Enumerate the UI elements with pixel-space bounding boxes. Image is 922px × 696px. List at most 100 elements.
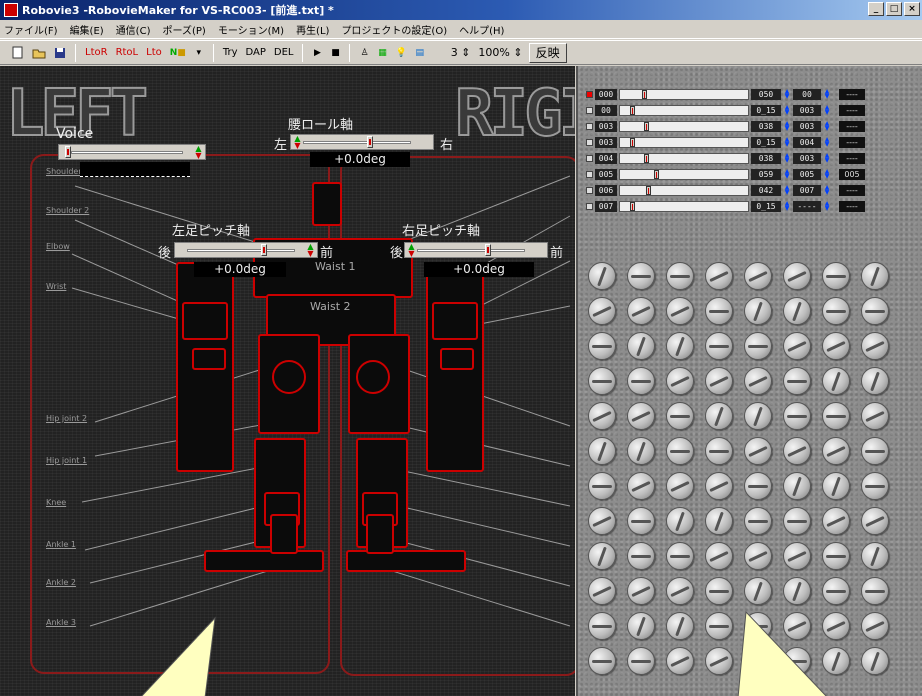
knob-icon[interactable]: [666, 612, 694, 640]
channel-spinner[interactable]: ▲ ▼: [783, 88, 791, 100]
left-to-right-button[interactable]: LtoR: [83, 44, 110, 62]
knob-icon[interactable]: [783, 297, 811, 325]
menu-edit[interactable]: 編集(E): [70, 22, 104, 37]
zoom-spinner[interactable]: 100% ⇕: [476, 44, 524, 62]
knob-icon[interactable]: [588, 507, 616, 535]
channel-slider[interactable]: [619, 200, 749, 212]
channel-enable-checkbox[interactable]: [586, 154, 593, 162]
maximize-button[interactable]: □: [886, 2, 902, 16]
knob-icon[interactable]: [666, 367, 694, 395]
right-to-left-button[interactable]: RtoL: [114, 44, 141, 62]
right-elbow-part[interactable]: [432, 302, 478, 340]
knob-icon[interactable]: [705, 262, 733, 290]
knob-icon[interactable]: [627, 612, 655, 640]
left-foot-part[interactable]: [204, 550, 324, 572]
knob-icon[interactable]: [783, 402, 811, 430]
knob-icon[interactable]: [861, 402, 889, 430]
knob-icon[interactable]: [822, 507, 850, 535]
knob-icon[interactable]: [783, 542, 811, 570]
knob-icon[interactable]: [783, 472, 811, 500]
stop-icon[interactable]: ■: [328, 44, 342, 62]
knob-icon[interactable]: [744, 507, 772, 535]
knob-icon[interactable]: [666, 542, 694, 570]
knob-icon[interactable]: [666, 262, 694, 290]
channel-spinner[interactable]: ▲ ▼: [783, 120, 791, 132]
knob-icon[interactable]: [744, 542, 772, 570]
knob-icon[interactable]: [744, 367, 772, 395]
try-button[interactable]: Try: [221, 44, 240, 62]
knob-icon[interactable]: [666, 577, 694, 605]
knob-icon[interactable]: [822, 332, 850, 360]
save-icon[interactable]: [52, 44, 68, 62]
channel-spinner[interactable]: ▲ ▼: [783, 200, 791, 212]
knob-icon[interactable]: [627, 472, 655, 500]
dropdown-arrow-icon[interactable]: ▾: [192, 44, 206, 62]
knob-icon[interactable]: [861, 647, 889, 675]
knob-icon[interactable]: [822, 402, 850, 430]
knob-icon[interactable]: [822, 262, 850, 290]
left-heel-part[interactable]: [270, 514, 298, 554]
knob-icon[interactable]: [705, 367, 733, 395]
knob-icon[interactable]: [744, 297, 772, 325]
right-foot-part[interactable]: [346, 550, 466, 572]
channel-slider[interactable]: [619, 104, 749, 116]
channel-slider[interactable]: [619, 120, 749, 132]
channel-enable-checkbox[interactable]: [586, 138, 593, 146]
knob-icon[interactable]: [627, 507, 655, 535]
knob-icon[interactable]: [666, 647, 694, 675]
channel-spinner[interactable]: ▲ ▼: [823, 184, 831, 196]
channel-spinner[interactable]: ▲ ▼: [783, 136, 791, 148]
knob-icon[interactable]: [861, 612, 889, 640]
channel-slider[interactable]: [619, 152, 749, 164]
channel-slider[interactable]: [619, 168, 749, 180]
minimize-button[interactable]: _: [868, 2, 884, 16]
head-part[interactable]: [312, 182, 342, 226]
knob-icon[interactable]: [666, 297, 694, 325]
knob-icon[interactable]: [822, 472, 850, 500]
knob-icon[interactable]: [744, 472, 772, 500]
knob-icon[interactable]: [861, 542, 889, 570]
slider-thumb[interactable]: [644, 153, 649, 163]
knob-icon[interactable]: [588, 367, 616, 395]
left-pitch-slider[interactable]: ▲ ▼: [174, 242, 318, 258]
knob-icon[interactable]: [705, 507, 733, 535]
mirror-icon[interactable]: N ■: [168, 44, 188, 62]
knob-icon[interactable]: [783, 367, 811, 395]
knob-icon[interactable]: [861, 367, 889, 395]
knob-icon[interactable]: [822, 367, 850, 395]
left-hip-joint[interactable]: [272, 360, 306, 394]
knob-icon[interactable]: [861, 472, 889, 500]
open-folder-icon[interactable]: [30, 44, 48, 62]
knob-icon[interactable]: [744, 437, 772, 465]
bulb-icon[interactable]: 💡: [393, 44, 408, 62]
right-heel-part[interactable]: [366, 514, 394, 554]
knob-icon[interactable]: [627, 402, 655, 430]
knob-icon[interactable]: [705, 402, 733, 430]
play-icon[interactable]: ▶: [310, 44, 324, 62]
new-file-icon[interactable]: [10, 44, 26, 62]
knob-icon[interactable]: [861, 577, 889, 605]
knob-icon[interactable]: [666, 472, 694, 500]
channel-spinner[interactable]: ▲ ▼: [783, 168, 791, 180]
knob-icon[interactable]: [861, 507, 889, 535]
left-wrist-part[interactable]: [192, 348, 226, 370]
channel-slider[interactable]: [619, 88, 749, 100]
slider-thumb[interactable]: [644, 121, 649, 131]
knob-icon[interactable]: [588, 297, 616, 325]
channel-spinner[interactable]: ▲ ▼: [823, 88, 831, 100]
slider-thumb[interactable]: [629, 137, 635, 147]
channel-enable-checkbox[interactable]: [586, 106, 593, 114]
channel-spinner[interactable]: ▲ ▼: [823, 104, 831, 116]
menu-file[interactable]: ファイル(F): [4, 22, 58, 37]
device-icon[interactable]: ▤: [413, 44, 427, 62]
channel-spinner[interactable]: ▲ ▼: [783, 104, 791, 116]
knob-icon[interactable]: [744, 577, 772, 605]
robot-icon[interactable]: ♙: [357, 44, 371, 62]
knob-icon[interactable]: [822, 542, 850, 570]
knob-icon[interactable]: [705, 332, 733, 360]
slider-thumb[interactable]: [629, 105, 635, 115]
knob-icon[interactable]: [627, 647, 655, 675]
channel-slider[interactable]: [619, 184, 749, 196]
knob-icon[interactable]: [588, 437, 616, 465]
channel-spinner[interactable]: ▲ ▼: [823, 152, 831, 164]
